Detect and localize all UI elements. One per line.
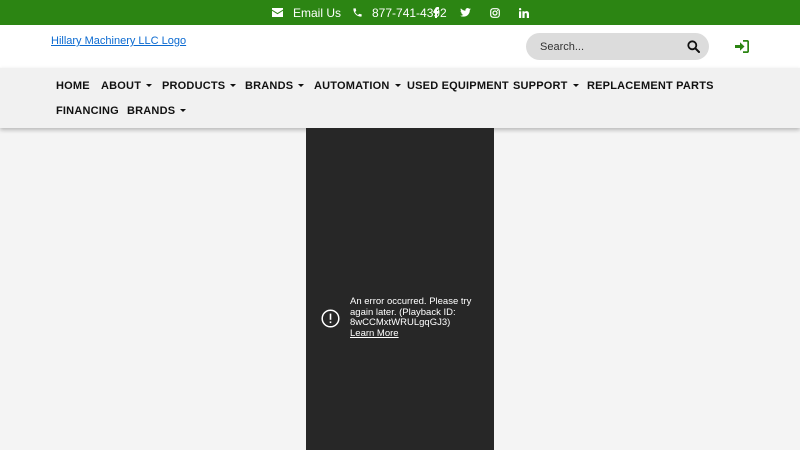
top-contact-bar: Email Us 877-741-4392 bbox=[0, 0, 800, 25]
caret-down-icon bbox=[572, 84, 579, 87]
search-icon[interactable] bbox=[687, 40, 700, 53]
search-box bbox=[526, 33, 709, 60]
caret-down-icon bbox=[180, 109, 187, 112]
nav-about[interactable]: ABOUT bbox=[101, 80, 153, 92]
sign-in-icon[interactable] bbox=[735, 40, 749, 53]
caret-down-icon bbox=[394, 84, 401, 87]
instagram-icon bbox=[490, 7, 500, 18]
nav-brands-2[interactable]: BRANDS bbox=[127, 105, 187, 117]
video-error-message: An error occurred. Please try again late… bbox=[350, 296, 472, 328]
email-label: Email Us bbox=[293, 5, 342, 20]
nav-brands[interactable]: BRANDS bbox=[245, 80, 305, 92]
nav-home[interactable]: HOME bbox=[56, 80, 90, 92]
phone-icon bbox=[353, 8, 362, 17]
search-input[interactable] bbox=[540, 33, 680, 60]
site-logo[interactable]: Hillary Machinery LLC Logo bbox=[51, 35, 186, 47]
caret-down-icon bbox=[298, 84, 305, 87]
twitter-link[interactable] bbox=[460, 0, 471, 25]
alert-circle-icon bbox=[321, 309, 340, 328]
nav-support[interactable]: SUPPORT bbox=[513, 80, 579, 92]
linkedin-icon bbox=[519, 7, 529, 18]
nav-automation[interactable]: AUTOMATION bbox=[314, 80, 401, 92]
facebook-icon bbox=[433, 7, 439, 18]
caret-down-icon bbox=[146, 84, 153, 87]
site-header: Hillary Machinery LLC Logo bbox=[0, 25, 800, 68]
facebook-link[interactable] bbox=[433, 0, 439, 25]
learn-more-link[interactable]: Learn More bbox=[350, 328, 399, 339]
nav-products[interactable]: PRODUCTS bbox=[162, 80, 237, 92]
envelope-icon bbox=[272, 8, 283, 17]
email-link[interactable]: Email Us bbox=[272, 0, 341, 25]
nav-replacement-parts[interactable]: REPLACEMENT PARTS bbox=[587, 80, 714, 92]
nav-financing[interactable]: FINANCING bbox=[56, 105, 119, 117]
caret-down-icon bbox=[230, 84, 237, 87]
linkedin-link[interactable] bbox=[519, 0, 529, 25]
twitter-icon bbox=[460, 8, 471, 17]
instagram-link[interactable] bbox=[490, 0, 500, 25]
main-nav: HOME ABOUT PRODUCTS BRANDS AUTOMATION US… bbox=[0, 68, 800, 128]
nav-used-equipment[interactable]: USED EQUIPMENT bbox=[407, 80, 509, 92]
video-player[interactable]: An error occurred. Please try again late… bbox=[306, 128, 494, 450]
